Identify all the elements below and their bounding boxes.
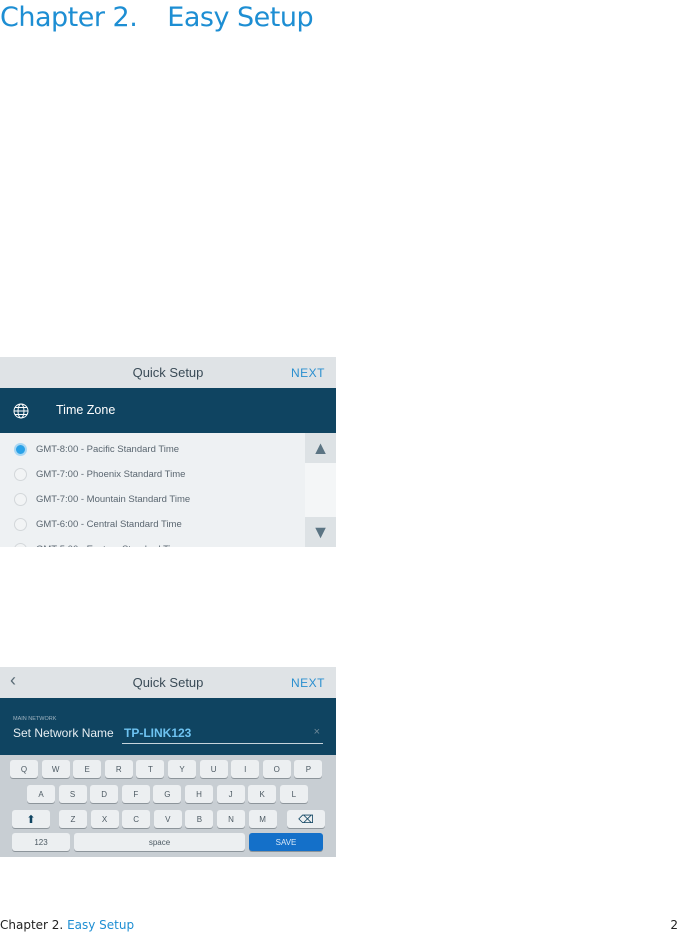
header-title: Quick Setup (132, 365, 204, 380)
backspace-key[interactable]: ⌫ (287, 810, 325, 828)
network-name-input[interactable]: TP-LINK123 × (122, 723, 323, 744)
shift-key[interactable]: ⬆ (12, 810, 50, 828)
key-s[interactable]: S (58, 785, 87, 803)
key-o[interactable]: O (262, 760, 291, 778)
option-label: GMT-6:00 - Central Standard Time (36, 518, 182, 530)
save-button[interactable]: SAVE (249, 833, 323, 851)
key-p[interactable]: P (294, 760, 323, 778)
next-button[interactable]: NEXT (291, 366, 325, 380)
option-label: GMT-7:00 - Phoenix Standard Time (36, 468, 186, 480)
time-zone-screenshot: Quick Setup NEXT Time Zone GMT-8:00 - Pa… (0, 357, 336, 547)
network-name-value: TP-LINK123 (124, 726, 192, 740)
key-f[interactable]: F (121, 785, 150, 803)
key-a[interactable]: A (27, 785, 55, 803)
main-network-label: MAIN NETWORK (13, 716, 57, 722)
option-label: GMT-5:00 - Eastern Standard Time (36, 544, 184, 548)
time-zone-option[interactable]: GMT-7:00 - Mountain Standard Time (14, 489, 190, 509)
radio-button[interactable] (14, 542, 27, 547)
key-t[interactable]: T (136, 760, 165, 778)
radio-button[interactable] (14, 492, 27, 506)
key-k[interactable]: K (248, 785, 277, 803)
key-b[interactable]: B (185, 810, 214, 828)
time-zone-option[interactable]: GMT-6:00 - Central Standard Time (14, 514, 182, 534)
key-c[interactable]: C (122, 810, 151, 828)
key-q[interactable]: Q (10, 760, 38, 778)
key-z[interactable]: Z (59, 810, 87, 828)
key-i[interactable]: I (231, 760, 260, 778)
footer-chapter-number: Chapter 2. (0, 918, 68, 932)
footer-chapter: Chapter 2. Easy Setup (0, 918, 134, 932)
key-g[interactable]: G (153, 785, 182, 803)
key-w[interactable]: W (41, 760, 70, 778)
globe-icon (13, 403, 29, 419)
time-zone-option[interactable]: GMT-5:00 - Eastern Standard Time (14, 539, 184, 547)
next-button[interactable]: NEXT (291, 676, 325, 690)
network-name-screenshot: ‹ Quick Setup NEXT MAIN NETWORK Set Netw… (0, 667, 336, 857)
radio-button[interactable] (14, 517, 27, 531)
space-key[interactable]: space (74, 833, 245, 851)
key-h[interactable]: H (185, 785, 213, 803)
time-zone-option[interactable]: GMT-8:00 - Pacific Standard Time (14, 439, 179, 459)
key-u[interactable]: U (199, 760, 228, 778)
key-l[interactable]: L (279, 785, 308, 803)
network-name-panel: MAIN NETWORK Set Network Name TP-LINK123… (0, 698, 336, 755)
keyboard: ⬆ ⌫ 123 space SAVE QWERTYUIOP ASDFGHJKL ZX… (0, 755, 336, 857)
option-label: GMT-8:00 - Pacific Standard Time (36, 443, 180, 455)
numbers-key[interactable]: 123 (12, 833, 70, 851)
field-label: Set Network Name (13, 726, 114, 740)
header: Quick Setup NEXT (0, 357, 336, 388)
radio-button[interactable] (14, 442, 27, 456)
clear-icon[interactable]: × (314, 726, 320, 738)
key-d[interactable]: D (90, 785, 119, 803)
header: ‹ Quick Setup NEXT (0, 667, 336, 698)
key-e[interactable]: E (73, 760, 102, 778)
chapter-title: Easy Setup (167, 2, 314, 33)
footer-chapter-title: Easy Setup (67, 918, 135, 932)
section-title: Time Zone (56, 403, 116, 417)
radio-button[interactable] (14, 467, 27, 481)
key-r[interactable]: R (104, 760, 133, 778)
scroll-up-button[interactable]: ▲ (305, 433, 336, 463)
key-n[interactable]: N (217, 810, 245, 828)
key-j[interactable]: J (216, 785, 245, 803)
page-title: Chapter 2. Easy Setup (0, 2, 343, 33)
time-zone-option[interactable]: GMT-7:00 - Phoenix Standard Time (14, 464, 185, 484)
page-number: 2 (670, 918, 678, 932)
key-y[interactable]: Y (168, 760, 196, 778)
key-m[interactable]: M (248, 810, 277, 828)
scrollbar[interactable]: ▲ ▼ (305, 433, 336, 547)
scroll-down-button[interactable]: ▼ (305, 517, 336, 547)
section-bar: Time Zone (0, 388, 336, 433)
header-title: Quick Setup (132, 675, 204, 690)
option-label: GMT-7:00 - Mountain Standard Time (36, 493, 191, 505)
key-x[interactable]: X (90, 810, 119, 828)
key-v[interactable]: V (153, 810, 182, 828)
chapter-number: Chapter 2. (0, 2, 138, 33)
